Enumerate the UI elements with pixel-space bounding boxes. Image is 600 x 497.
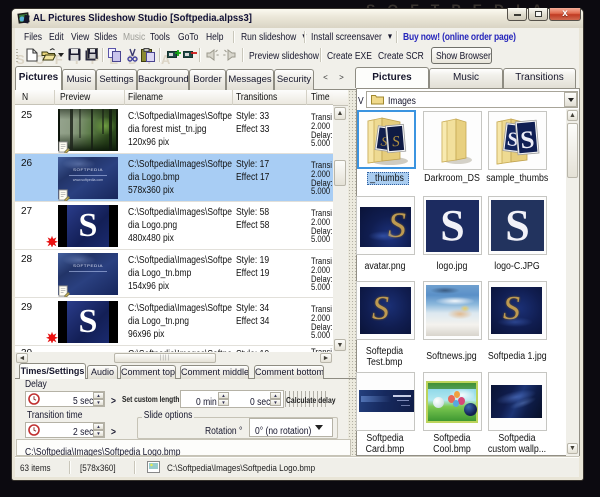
svg-text:S: S xyxy=(519,126,535,154)
